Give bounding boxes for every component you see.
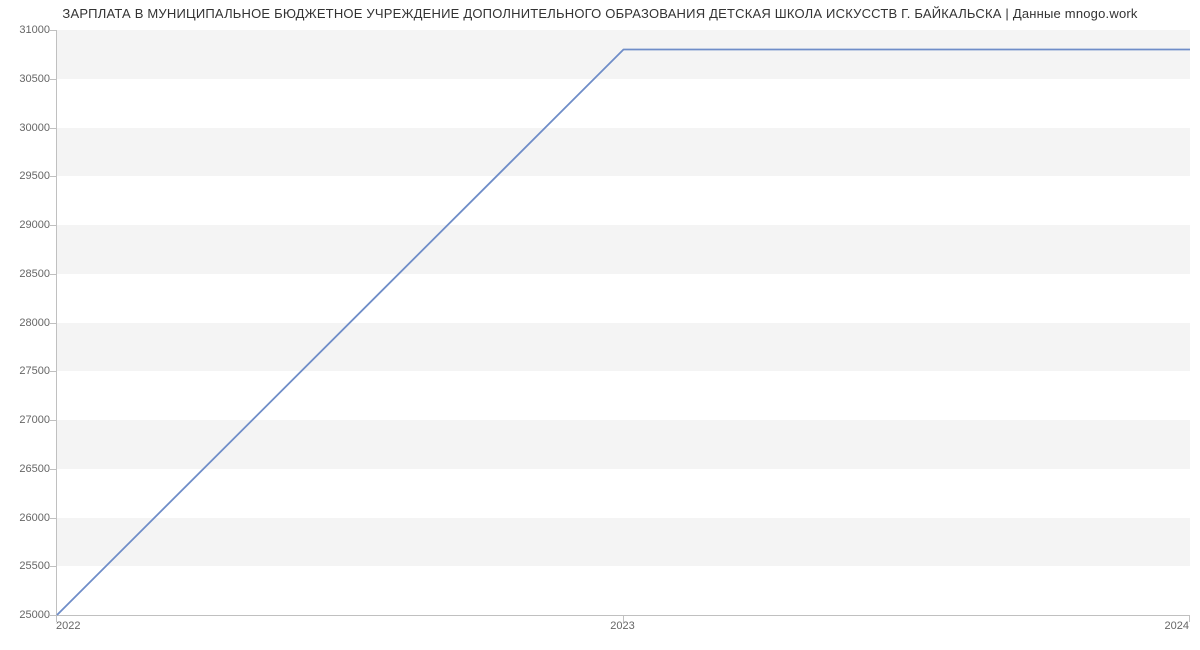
y-tick-mark [50,371,56,372]
y-tick-mark [50,420,56,421]
plot-area [56,30,1190,616]
y-tick-label: 29500 [6,170,50,182]
y-tick-label: 25000 [6,609,50,621]
y-tick-mark [50,79,56,80]
line-layer [57,30,1191,616]
y-tick-mark [50,469,56,470]
y-tick-mark [50,30,56,31]
y-tick-mark [50,176,56,177]
series-line [57,50,1190,616]
y-tick-label: 28000 [6,317,50,329]
y-tick-label: 31000 [6,24,50,36]
y-tick-mark [50,518,56,519]
y-tick-label: 30500 [6,73,50,85]
x-tick-label: 2022 [56,620,80,632]
y-tick-label: 26500 [6,463,50,475]
y-tick-mark [50,566,56,567]
y-tick-label: 29000 [6,219,50,231]
y-tick-mark [50,128,56,129]
y-tick-label: 27500 [6,365,50,377]
x-tick-label: 2024 [1165,620,1189,632]
y-tick-mark [50,225,56,226]
x-tick-mark [1189,616,1190,622]
y-tick-mark [50,323,56,324]
x-tick-mark [623,616,624,622]
x-tick-mark [56,616,57,622]
chart-title: ЗАРПЛАТА В МУНИЦИПАЛЬНОЕ БЮДЖЕТНОЕ УЧРЕЖ… [0,6,1200,21]
chart-container: ЗАРПЛАТА В МУНИЦИПАЛЬНОЕ БЮДЖЕТНОЕ УЧРЕЖ… [0,0,1200,650]
y-tick-label: 27000 [6,414,50,426]
y-tick-label: 26000 [6,512,50,524]
y-tick-label: 30000 [6,122,50,134]
y-tick-label: 25500 [6,560,50,572]
y-tick-mark [50,274,56,275]
y-tick-label: 28500 [6,268,50,280]
